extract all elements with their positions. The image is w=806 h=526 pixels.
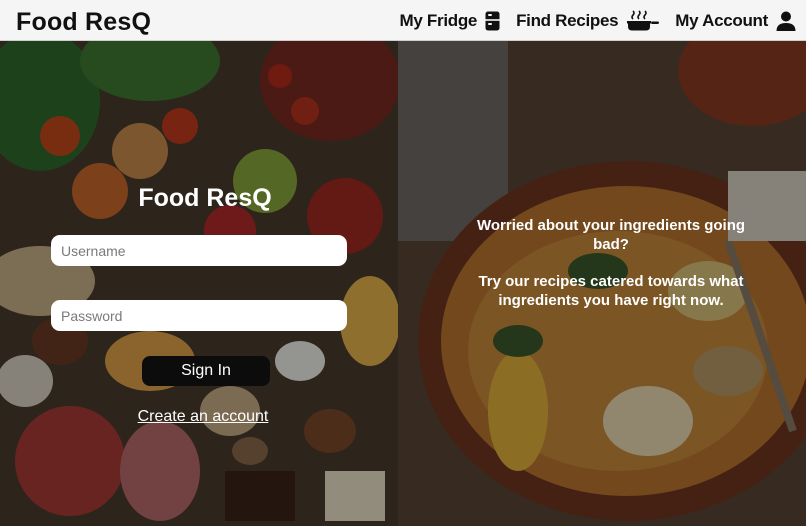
user-icon [776, 11, 796, 31]
create-account-link[interactable]: Create an account [0, 408, 398, 426]
brand-logo-text[interactable]: Food ResQ [16, 8, 151, 37]
login-title: Food ResQ [138, 184, 272, 212]
nav-my-fridge[interactable]: My Fridge [399, 11, 500, 31]
username-input[interactable] [51, 235, 347, 266]
image-dim-overlay [0, 41, 398, 526]
sign-in-button[interactable]: Sign In [142, 356, 270, 386]
fridge-icon [485, 11, 500, 31]
promo-line-recipes: Try our recipes catered towards what ing… [478, 273, 744, 309]
nav-find-recipes-label: Find Recipes [516, 10, 619, 30]
nav-my-account-label: My Account [675, 10, 768, 30]
top-navbar: Food ResQ My Fridge Find Recipes My Acco… [0, 0, 806, 41]
nav-my-account[interactable]: My Account [675, 11, 796, 31]
main-nav: My Fridge Find Recipes My Account [383, 0, 796, 41]
promo-text: Worried about your ingredients going bad… [476, 216, 746, 310]
promo-panel: Worried about your ingredients going bad… [398, 41, 806, 526]
promo-line-worried: Worried about your ingredients going bad… [476, 217, 746, 253]
nav-my-fridge-label: My Fridge [399, 10, 478, 30]
password-input[interactable] [51, 300, 347, 331]
cooking-pot-icon [626, 9, 660, 32]
nav-find-recipes[interactable]: Find Recipes [516, 9, 660, 32]
login-panel: Food ResQ Sign In Create an account [0, 41, 398, 526]
